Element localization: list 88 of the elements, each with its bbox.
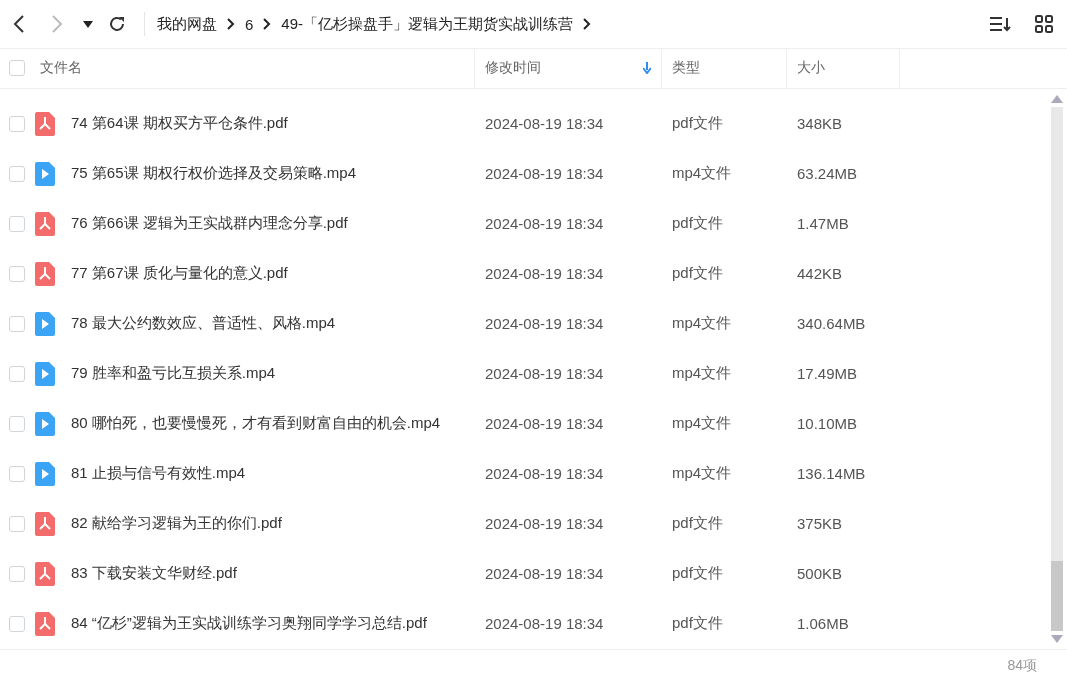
refresh-icon [108,15,126,34]
pdf-file-icon [35,561,55,586]
scrollbar-thumb[interactable] [1051,560,1063,631]
caret-down-icon [83,20,93,28]
file-name[interactable]: 80 哪怕死，也要慢慢死，才有看到财富自由的机会.mp4 [71,414,441,434]
file-type: mp4文件 [671,414,733,434]
file-type: mp4文件 [671,314,733,334]
modified-date: 2024-08-19 18:34 [484,215,605,233]
file-size: 63.24MB [796,165,859,183]
file-size: 348KB [796,115,844,133]
video-file-icon [35,361,55,386]
sort-descending-icon [643,62,651,75]
breadcrumb-link[interactable]: 6 [245,15,254,33]
column-header[interactable]: 大小 [787,49,900,88]
file-size: 17.49MB [796,365,859,383]
modified-date: 2024-08-19 18:34 [484,365,605,383]
file-size: 340.64MB [796,315,867,333]
file-size: 1.06MB [796,615,850,633]
file-type: pdf文件 [671,614,724,634]
row-checkbox[interactable] [9,465,25,482]
file-name[interactable]: 81 止损与信号有效性.mp4 [71,464,246,484]
file-type: mp4文件 [671,164,733,184]
row-checkbox[interactable] [9,215,25,232]
column-header[interactable]: 文件名 [30,49,475,88]
modified-date: 2024-08-19 18:34 [484,115,605,133]
modified-date: 2024-08-19 18:34 [484,515,605,533]
row-checkbox[interactable] [9,615,25,632]
video-file-icon [35,161,55,186]
file-type: mp4文件 [671,364,733,384]
chevron-right-icon [227,18,235,31]
modified-date: 2024-08-19 18:34 [484,465,605,483]
file-name[interactable]: 74 第64课 期权买方平仓条件.pdf [71,114,288,134]
row-checkbox[interactable] [9,515,25,532]
video-file-icon [35,411,55,436]
pdf-file-icon [35,111,55,136]
row-checkbox[interactable] [9,315,25,332]
breadcrumb-link[interactable]: 49-「亿杉操盘手」逻辑为王期货实战训练营 [281,14,574,34]
file-size: 375KB [796,515,844,533]
file-type: pdf文件 [671,564,724,584]
row-checkbox[interactable] [9,415,25,432]
video-file-icon [35,461,55,486]
pdf-file-icon [35,261,55,286]
modified-date: 2024-08-19 18:34 [484,615,605,633]
chevron-right-icon [51,14,63,35]
grid-view-icon [1035,15,1053,34]
file-type: mp4文件 [671,464,733,484]
select-all-checkbox[interactable] [9,60,25,77]
sort-list-icon [989,16,1011,33]
file-type: pdf文件 [671,264,724,284]
modified-date: 2024-08-19 18:34 [484,315,605,333]
file-size: 442KB [796,265,844,283]
breadcrumb-link[interactable]: 我的网盘 [157,14,217,34]
file-type: pdf文件 [671,114,724,134]
modified-date: 2024-08-19 18:34 [484,565,605,583]
pdf-file-icon [35,611,55,636]
file-size: 136.14MB [796,465,867,483]
item-count: 84项 [1007,657,1037,676]
file-size: 10.10MB [796,415,859,433]
row-checkbox[interactable] [9,115,25,132]
file-name[interactable]: 83 下载安装文华财经.pdf [71,564,237,584]
file-name[interactable]: 84 “亿杉”逻辑为王实战训练学习奥翔同学学习总结.pdf [71,614,427,634]
file-name[interactable]: 82 献给学习逻辑为王的你们.pdf [71,514,282,534]
column-header[interactable]: 修改时间 [475,49,662,88]
pdf-file-icon [35,511,55,536]
file-type: pdf文件 [671,514,724,534]
video-file-icon [35,311,55,336]
column-header[interactable]: 类型 [662,49,787,88]
scroll-down-icon[interactable] [1051,634,1063,643]
scroll-up-icon[interactable] [1051,94,1063,103]
file-size: 500KB [796,565,844,583]
file-name[interactable]: 78 最大公约数效应、普适性、风格.mp4 [71,314,336,334]
modified-date: 2024-08-19 18:34 [484,415,605,433]
modified-date: 2024-08-19 18:34 [484,165,605,183]
pdf-file-icon [35,211,55,236]
row-checkbox[interactable] [9,165,25,182]
file-size: 1.47MB [796,215,850,233]
file-name[interactable]: 75 第65课 期权行权价选择及交易策略.mp4 [71,164,357,184]
chevron-right-icon [263,18,272,31]
row-checkbox[interactable] [9,265,25,282]
file-name[interactable]: 77 第67课 质化与量化的意义.pdf [71,264,288,284]
file-type: pdf文件 [671,214,724,234]
row-checkbox[interactable] [9,365,25,382]
modified-date: 2024-08-19 18:34 [484,265,605,283]
file-name[interactable]: 79 胜率和盈亏比互损关系.mp4 [71,364,276,384]
chevron-right-icon [583,18,592,31]
file-name[interactable]: 76 第66课 逻辑为王实战群内理念分享.pdf [71,214,348,234]
chevron-left-icon [13,14,25,35]
row-checkbox[interactable] [9,565,25,582]
